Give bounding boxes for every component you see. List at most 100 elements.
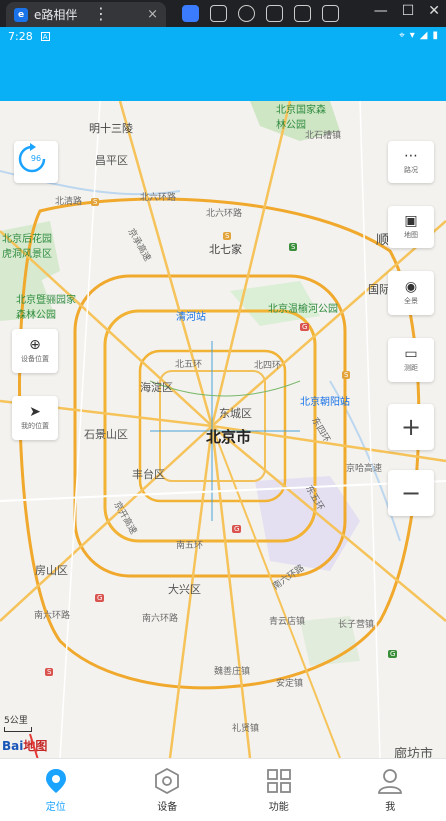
map-label-dongcheng: 东城区 — [219, 407, 252, 420]
expand-icon[interactable] — [294, 5, 311, 22]
tab-title: e路相伴 — [34, 8, 78, 22]
minus-icon: − — [400, 479, 422, 507]
map-label-beiliuhuan: 北六环路 — [206, 209, 243, 219]
map-label-beijing: 北京市 — [206, 428, 252, 446]
mail-icon[interactable] — [266, 5, 283, 22]
map-label-beiqijia: 北七家 — [209, 243, 242, 256]
refresh-button[interactable]: 96 — [14, 141, 58, 183]
traffic-button[interactable]: ⋯ 路况 — [388, 141, 434, 183]
map-label-beiqing-road: 北清路 — [55, 197, 83, 207]
map-label-chaoyang: 北京朝阳站 — [300, 397, 350, 408]
nav-item-me[interactable]: 我 — [335, 759, 446, 821]
map-layer-label: 地图 — [404, 231, 418, 239]
lightning-icon[interactable] — [182, 5, 199, 22]
window-controls: — ☐ ✕ — [374, 3, 440, 19]
zoom-in-button[interactable]: + — [388, 404, 434, 450]
zoom-out-button[interactable]: − — [388, 470, 434, 516]
notification-icon: A — [40, 32, 50, 41]
ruler-label: 测距 — [404, 364, 418, 372]
map-label-guoji: 国际 — [368, 283, 390, 296]
panorama-button[interactable]: ◉ 全景 — [388, 271, 434, 315]
highway-shield: G — [388, 650, 398, 658]
nav-item-locate[interactable]: 定位 — [0, 759, 112, 821]
map-scale-label: 5公里 — [4, 716, 28, 726]
baidu-logo-text: Bai — [2, 739, 24, 753]
toolbar-icons — [182, 5, 339, 22]
panorama-label: 全景 — [404, 297, 418, 305]
crosshair-icon: ⊕ — [29, 337, 41, 353]
status-bar: 7:28 A — [8, 30, 50, 43]
map-label-senlin: 北京国家森林公园 — [276, 105, 326, 131]
account-icon[interactable] — [238, 5, 255, 22]
device-location-button[interactable]: ⊕ 设备位置 — [12, 329, 58, 373]
map-label-langfang: 廊坊市 — [394, 747, 434, 758]
nav-label-device: 设备 — [157, 801, 178, 813]
map-view[interactable]: 明十三陵 昌平区 北七家 海淀区 东城区 北京市 石景山区 丰台区 大兴区 房山… — [0, 101, 446, 758]
kebab-menu-icon[interactable]: ⋮ — [93, 4, 109, 23]
highway-shield: S — [223, 232, 232, 240]
map-label-beishicao: 北石槽镇 — [305, 131, 342, 141]
tab-close-icon[interactable]: × — [147, 7, 158, 22]
map-label-shijingshan: 石景山区 — [84, 428, 128, 441]
user-icon — [378, 768, 403, 794]
map-label-daxing: 大兴区 — [168, 583, 201, 596]
rotate-icon[interactable] — [322, 5, 339, 22]
location-status-icon: ⌖ — [399, 30, 405, 41]
map-label-anding: 安定镇 — [276, 679, 304, 689]
highway-shield: S — [289, 243, 298, 251]
map-label-lixian: 礼贤镇 — [232, 724, 260, 734]
grid-icon — [266, 768, 291, 793]
map-label-houhua: 北京后花园虎洞风景区 — [2, 234, 52, 260]
minimize-button[interactable]: — — [374, 3, 388, 19]
traffic-label: 路况 — [404, 166, 418, 174]
highway-shield: G — [232, 525, 242, 533]
nav-label-locate: 定位 — [45, 801, 66, 813]
my-location-button[interactable]: ➤ 我的位置 — [12, 396, 58, 440]
status-icons: ⌖ ▾ ◢ ▮ — [399, 30, 438, 41]
device-location-label: 设备位置 — [21, 355, 49, 363]
highway-shield: G — [95, 594, 105, 602]
map-label-beiwuhuan: 北五环 — [175, 360, 203, 370]
map-label-jingha: 京哈高速 — [346, 464, 383, 474]
map-label-qinghe: 清河站 — [176, 312, 206, 323]
layers-icon: ▣ — [404, 213, 418, 229]
browser-chrome: e e路相伴 × ⋮ — ☐ ✕ — [0, 0, 446, 27]
highway-shield: S — [342, 371, 351, 379]
map-label-qingyun: 青云店镇 — [269, 617, 306, 627]
panorama-icon: ◉ — [404, 279, 418, 295]
maximize-button[interactable]: ☐ — [402, 3, 415, 19]
map-label-haidian: 海淀区 — [140, 381, 173, 394]
wifi-icon: ▾ — [409, 30, 415, 41]
app-header: 7:28 A ⌖ ▾ ◢ ▮ — [0, 27, 446, 101]
plus-icon: + — [400, 413, 422, 441]
map-layer-button[interactable]: ▣ 地图 — [388, 206, 434, 248]
traffic-icon: ⋯ — [404, 148, 418, 164]
location-pin-icon — [45, 768, 66, 793]
browser-tab[interactable]: e e路相伴 × — [6, 2, 166, 27]
map-label-changziying: 长子营镇 — [338, 620, 375, 630]
map-label-changping: 昌平区 — [95, 154, 128, 167]
highway-shield: S — [45, 668, 54, 676]
app-favicon-icon: e — [14, 7, 28, 22]
nav-item-functions[interactable]: 功能 — [223, 759, 335, 821]
ruler-icon: ▭ — [404, 346, 418, 362]
refresh-countdown: 96 — [30, 154, 42, 163]
signal-icon: ◢ — [419, 30, 428, 41]
battery-icon: ▮ — [432, 30, 438, 41]
nav-label-functions: 功能 — [268, 801, 289, 813]
nav-item-device[interactable]: 设备 — [112, 759, 224, 821]
ruler-button[interactable]: ▭ 测距 — [388, 338, 434, 382]
gamepad-icon[interactable] — [210, 5, 227, 22]
map-scale: 5公里 — [4, 713, 32, 732]
nav-label-me: 我 — [385, 801, 396, 813]
my-location-label: 我的位置 — [21, 422, 49, 430]
map-label-nanwuhuan: 南五环 — [176, 541, 204, 551]
status-time: 7:28 — [8, 30, 33, 43]
highway-shield: S — [91, 198, 100, 206]
navigation-arrow-icon: ➤ — [29, 404, 41, 420]
map-label-nanliuhuan: 南六环路 — [142, 614, 179, 624]
map-label-shougang: 北京暨骊园家森林公园 — [16, 295, 76, 321]
map-label-fangshan: 房山区 — [35, 564, 68, 577]
bottom-nav: 定位 设备 功能 我 — [0, 758, 446, 821]
close-window-button[interactable]: ✕ — [428, 3, 440, 19]
